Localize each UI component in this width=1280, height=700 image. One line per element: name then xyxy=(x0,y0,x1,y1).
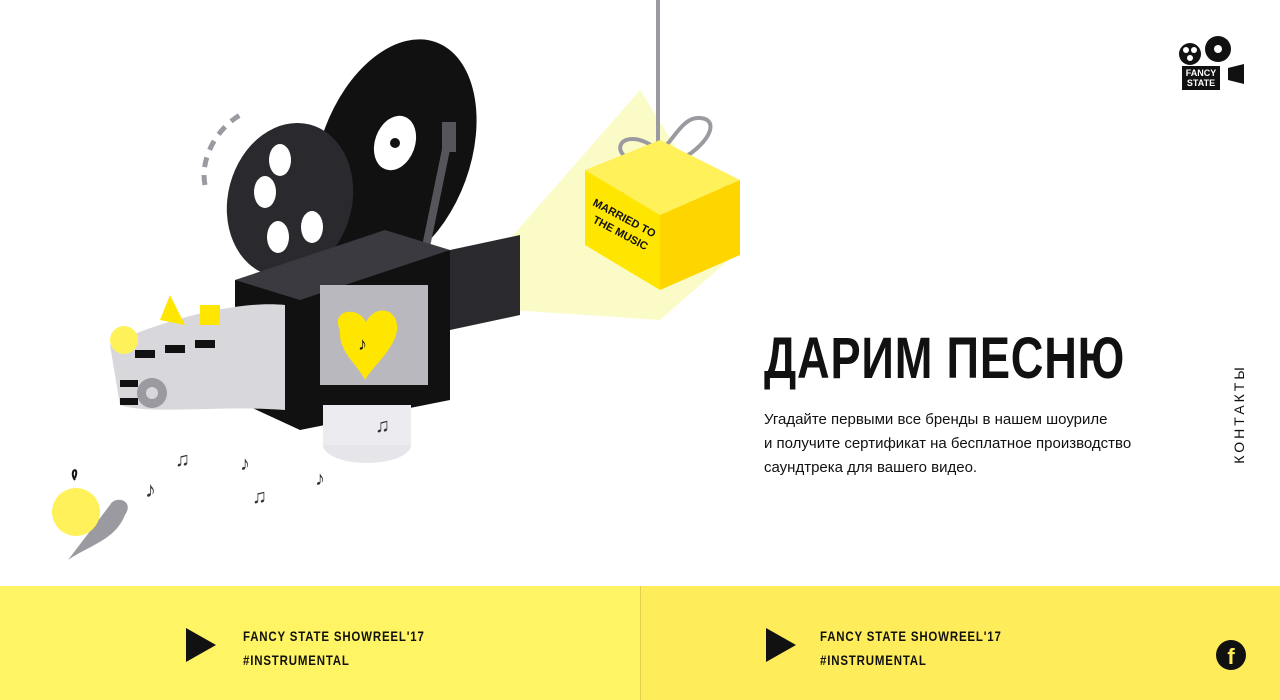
showreel-player-1[interactable]: FANCY STATE SHOWREEL'17 #INSTRUMENTAL xyxy=(0,586,640,700)
track-tag: #INSTRUMENTAL xyxy=(243,652,350,668)
play-icon[interactable] xyxy=(766,628,796,662)
track-tag: #INSTRUMENTAL xyxy=(820,652,927,668)
track-title: FANCY STATE SHOWREEL'17 xyxy=(243,628,425,644)
piano-key-2 xyxy=(165,345,185,353)
music-note-in-heart: ♪ xyxy=(358,334,367,354)
hero-description-line-2: и получите сертификат на бесплатное прои… xyxy=(764,435,1132,452)
hero-description-line-1: Угадайте первыми все бренды в нашем шоур… xyxy=(764,411,1108,428)
music-note-3: ♪ xyxy=(240,453,250,475)
music-note-2: ♫ xyxy=(175,449,190,471)
logo-line-2: STATE xyxy=(1186,78,1216,88)
projector-illustration: MARRIED TO THE MUSIC ♪ ♪ ♫ ♪ ♫ ♪ ♫ xyxy=(52,0,741,560)
piano-key-5 xyxy=(120,398,138,405)
reel-hole-1 xyxy=(269,144,291,176)
reel-hole-3 xyxy=(267,221,289,253)
snail-shell xyxy=(52,488,100,536)
track-info: FANCY STATE SHOWREEL'17 #INSTRUMENTAL xyxy=(243,624,425,672)
piano-key-3 xyxy=(195,340,215,348)
track-title: FANCY STATE SHOWREEL'17 xyxy=(820,628,1002,644)
hero-description: Угадайте первыми все бренды в нашем шоур… xyxy=(764,408,1144,480)
music-note-6: ♫ xyxy=(375,415,390,437)
reel-hole-2 xyxy=(254,176,276,208)
glass-body xyxy=(323,405,411,445)
music-note-4: ♫ xyxy=(252,486,267,508)
snail-antenna xyxy=(71,469,78,481)
gear-hub xyxy=(146,387,158,399)
hero-description-line-3: саундтрека для вашего видео. xyxy=(764,459,978,476)
track-info: FANCY STATE SHOWREEL'17 #INSTRUMENTAL xyxy=(820,624,1002,672)
reel-hole-4 xyxy=(301,211,323,243)
facebook-icon[interactable]: f xyxy=(1216,640,1246,670)
page: MARRIED TO THE MUSIC ♪ ♪ ♫ ♪ ♫ ♪ ♫ FANCY… xyxy=(0,0,1280,700)
yellow-circle xyxy=(110,326,138,354)
showreel-bar: FANCY STATE SHOWREEL'17 #INSTRUMENTAL FA… xyxy=(0,586,1280,700)
large-reel-center xyxy=(390,138,400,148)
yellow-cube xyxy=(200,305,220,325)
piano-key-1 xyxy=(135,350,155,358)
contacts-link[interactable]: КОНТАКТЫ xyxy=(1231,364,1247,464)
fancy-state-logo[interactable]: FANCY STATE xyxy=(1176,34,1248,96)
music-note-5: ♪ xyxy=(315,468,325,490)
page-title: ДАРИМ ПЕСНЮ xyxy=(764,326,1126,391)
piano-key-4 xyxy=(120,380,138,387)
tone-arm-head xyxy=(442,122,456,152)
yellow-cone xyxy=(160,295,185,325)
play-icon[interactable] xyxy=(186,628,216,662)
projector-lens xyxy=(450,235,520,330)
music-note-1: ♪ xyxy=(145,477,156,502)
logo-line-1: FANCY xyxy=(1185,68,1217,78)
logo-wordmark: FANCY STATE xyxy=(1182,66,1220,90)
showreel-player-2[interactable]: FANCY STATE SHOWREEL'17 #INSTRUMENTAL xyxy=(640,586,1280,700)
